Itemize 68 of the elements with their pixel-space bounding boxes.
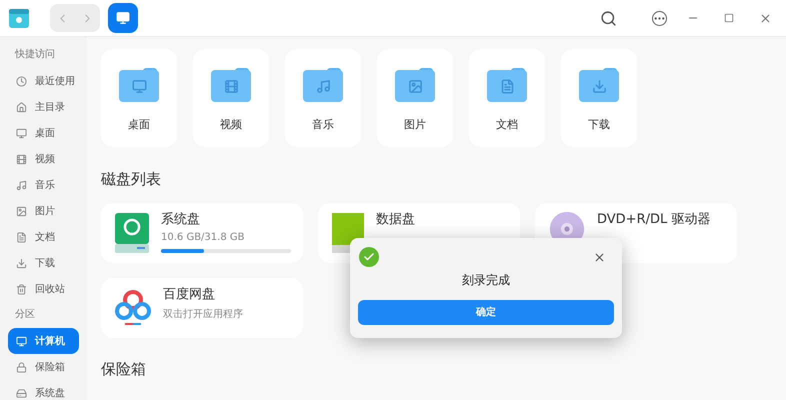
download-folder-icon: [579, 68, 619, 102]
sidebar-item[interactable]: 回收站: [8, 276, 79, 302]
sidebar-item[interactable]: 计算机: [8, 328, 79, 354]
maximize-icon[interactable]: [724, 13, 734, 23]
document-folder-icon: [487, 68, 527, 102]
drive-icon: [115, 213, 149, 253]
folder-card[interactable]: 文档: [469, 49, 545, 147]
folder-card[interactable]: 音乐: [285, 49, 361, 147]
folder-name: 图片: [404, 117, 426, 133]
folder-card[interactable]: 视频: [193, 49, 269, 147]
sidebar-item[interactable]: 视频: [8, 146, 79, 172]
computer-view-button[interactable]: [108, 3, 138, 33]
folder-name: 桌面: [128, 117, 150, 133]
download-icon: [16, 258, 27, 268]
search-icon[interactable]: [600, 10, 617, 26]
sidebar-section-title: 分区: [14, 308, 36, 322]
monitor-icon: [116, 11, 130, 25]
success-icon: [359, 247, 379, 267]
folder-card[interactable]: 桌面: [101, 49, 177, 147]
cloud-logo-icon: [115, 289, 151, 327]
disk-name: DVD+R/DL 驱动器: [597, 211, 712, 229]
folder-name: 音乐: [312, 117, 334, 133]
trash-icon: [16, 284, 27, 294]
music-folder-icon: [303, 68, 343, 102]
sidebar-item[interactable]: 系统盘: [8, 380, 79, 400]
drive-icon: [332, 213, 364, 253]
sidebar-item[interactable]: 图片: [8, 198, 79, 224]
music-icon: [16, 180, 27, 190]
folder-card[interactable]: 图片: [377, 49, 453, 147]
folder-name: 下载: [588, 117, 610, 133]
drive-icon: [16, 388, 27, 398]
sidebar-item[interactable]: 最近使用: [8, 68, 79, 94]
disk-name: 系统盘: [161, 211, 201, 229]
menu-icon[interactable]: [652, 10, 667, 26]
film-icon: [16, 154, 27, 164]
disk-usage: 10.6 GB/31.8 GB: [161, 231, 246, 245]
image-icon: [16, 206, 27, 216]
monitor-folder-icon: [119, 68, 159, 102]
film-folder-icon: [211, 68, 251, 102]
disk-card[interactable]: 百度网盘 双击打开应用程序: [101, 278, 303, 338]
home-icon: [16, 102, 27, 112]
document-icon: [16, 232, 27, 242]
dialog-message: 刻录完成: [462, 272, 510, 289]
sidebar-item[interactable]: 保险箱: [8, 354, 79, 380]
folder-card[interactable]: 下载: [561, 49, 637, 147]
disk-name: 数据盘: [376, 211, 416, 229]
monitor-icon: [16, 336, 27, 346]
close-icon[interactable]: [759, 12, 772, 24]
sidebar-item[interactable]: 下载: [8, 250, 79, 276]
section-heading: 磁盘列表: [101, 169, 162, 189]
sidebar-item[interactable]: 桌面: [8, 120, 79, 146]
folder-name: 视频: [220, 117, 242, 133]
lock-icon: [16, 362, 27, 372]
app-logo-icon: [8, 7, 30, 29]
folder-name: 文档: [496, 117, 518, 133]
image-folder-icon: [395, 68, 435, 102]
sidebar-section-title: 快捷访问: [14, 48, 56, 62]
disk-description: 双击打开应用程序: [163, 308, 244, 322]
confirm-button[interactable]: 确定: [358, 300, 614, 325]
sidebar-item[interactable]: 主目录: [8, 94, 79, 120]
monitor-icon: [16, 128, 27, 138]
sidebar-item[interactable]: 音乐: [8, 172, 79, 198]
disk-card[interactable]: 系统盘 10.6 GB/31.8 GB: [101, 203, 303, 263]
disk-name: 百度网盘: [163, 286, 216, 304]
sidebar-item[interactable]: 文档: [8, 224, 79, 250]
close-icon[interactable]: [593, 250, 606, 264]
section-heading: 保险箱: [101, 359, 147, 379]
clock-icon: [16, 76, 27, 86]
